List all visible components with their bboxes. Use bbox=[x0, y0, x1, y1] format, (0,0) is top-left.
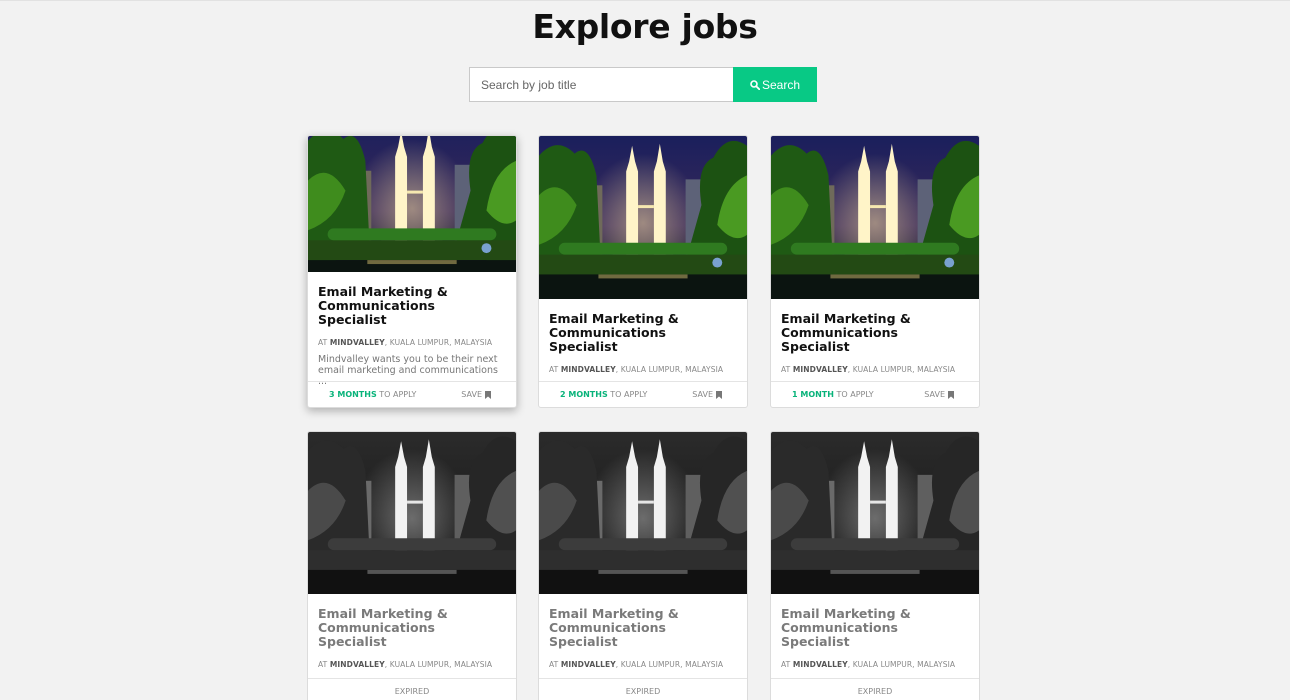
apply-deadline: 1 MONTH TO APPLY bbox=[792, 390, 874, 399]
bookmark-icon bbox=[948, 391, 954, 399]
job-meta: AT MINDVALLEY, KUALA LUMPUR, MALAYSIA bbox=[318, 660, 493, 669]
job-meta: AT MINDVALLEY, KUALA LUMPUR, MALAYSIA bbox=[318, 338, 493, 347]
job-title[interactable]: Email Marketing & Communications Special… bbox=[781, 607, 969, 649]
job-meta: AT MINDVALLEY, KUALA LUMPUR, MALAYSIA bbox=[549, 660, 724, 669]
job-title[interactable]: Email Marketing & Communications Special… bbox=[549, 312, 737, 354]
job-meta: AT MINDVALLEY, KUALA LUMPUR, MALAYSIA bbox=[781, 365, 956, 374]
card-footer: 1 MONTH TO APPLY SAVE bbox=[771, 381, 979, 407]
job-card-expired[interactable]: Email Marketing & Communications Special… bbox=[770, 431, 980, 700]
job-title[interactable]: Email Marketing & Communications Special… bbox=[781, 312, 969, 354]
save-button[interactable]: SAVE bbox=[692, 390, 722, 399]
bookmark-icon bbox=[485, 391, 491, 399]
job-card[interactable]: Email Marketing & Communications Special… bbox=[770, 135, 980, 408]
job-card[interactable]: Email Marketing & Communications Special… bbox=[538, 135, 748, 408]
expired-badge: EXPIRED bbox=[394, 687, 430, 696]
card-footer: 3 MONTHS TO APPLY SAVE bbox=[308, 381, 516, 407]
apply-deadline: 2 MONTHS TO APPLY bbox=[560, 390, 648, 399]
bookmark-icon bbox=[716, 391, 722, 399]
job-title[interactable]: Email Marketing & Communications Special… bbox=[549, 607, 737, 649]
job-title[interactable]: Email Marketing & Communications Special… bbox=[318, 285, 506, 327]
job-card-expired[interactable]: Email Marketing & Communications Special… bbox=[538, 431, 748, 700]
expired-badge: EXPIRED bbox=[857, 687, 893, 696]
job-meta: AT MINDVALLEY, KUALA LUMPUR, MALAYSIA bbox=[549, 365, 724, 374]
save-button[interactable]: SAVE bbox=[461, 390, 491, 399]
job-image bbox=[539, 136, 747, 299]
card-footer: EXPIRED bbox=[771, 678, 979, 700]
job-title[interactable]: Email Marketing & Communications Special… bbox=[318, 607, 506, 649]
job-image bbox=[771, 136, 979, 299]
apply-deadline: 3 MONTHS TO APPLY bbox=[329, 390, 417, 399]
job-card[interactable]: Email Marketing & Communications Special… bbox=[307, 135, 517, 408]
job-image bbox=[539, 432, 747, 594]
job-image bbox=[771, 432, 979, 594]
card-footer: EXPIRED bbox=[308, 678, 516, 700]
job-meta: AT MINDVALLEY, KUALA LUMPUR, MALAYSIA bbox=[781, 660, 956, 669]
jobs-grid: Email Marketing & Communications Special… bbox=[0, 1, 1290, 700]
card-footer: 2 MONTHS TO APPLY SAVE bbox=[539, 381, 747, 407]
card-footer: EXPIRED bbox=[539, 678, 747, 700]
job-card-expired[interactable]: Email Marketing & Communications Special… bbox=[307, 431, 517, 700]
job-image bbox=[308, 136, 516, 272]
expired-badge: EXPIRED bbox=[625, 687, 661, 696]
save-button[interactable]: SAVE bbox=[924, 390, 954, 399]
job-image bbox=[308, 432, 516, 594]
